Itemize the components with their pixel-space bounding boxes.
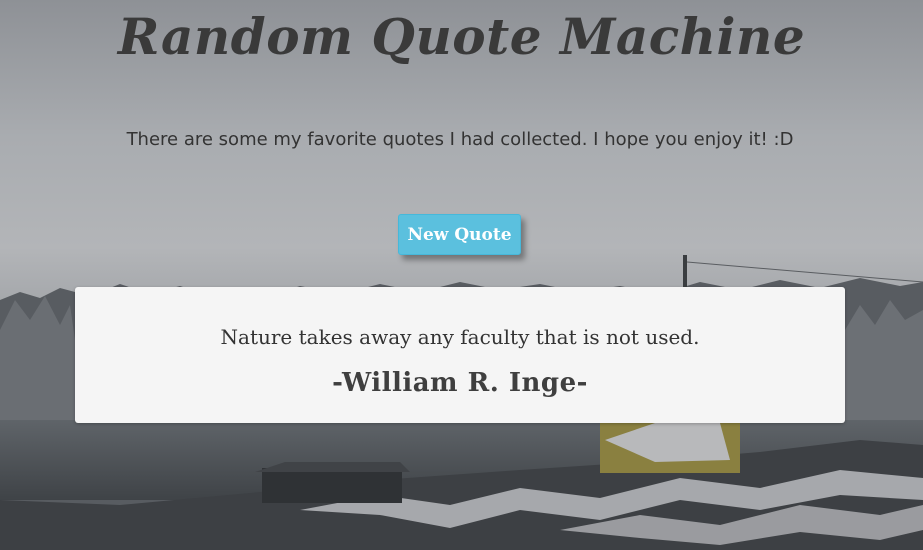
quote-card: Nature takes away any faculty that is no… — [75, 287, 845, 423]
new-quote-button[interactable]: New Quote — [398, 214, 521, 255]
page-subtitle: There are some my favorite quotes I had … — [126, 129, 794, 150]
page-title: Random Quote Machine — [117, 7, 806, 66]
quote-text: Nature takes away any faculty that is no… — [220, 325, 700, 349]
background-landscape-image — [0, 0, 923, 550]
quote-author: -William R. Inge- — [332, 368, 588, 398]
